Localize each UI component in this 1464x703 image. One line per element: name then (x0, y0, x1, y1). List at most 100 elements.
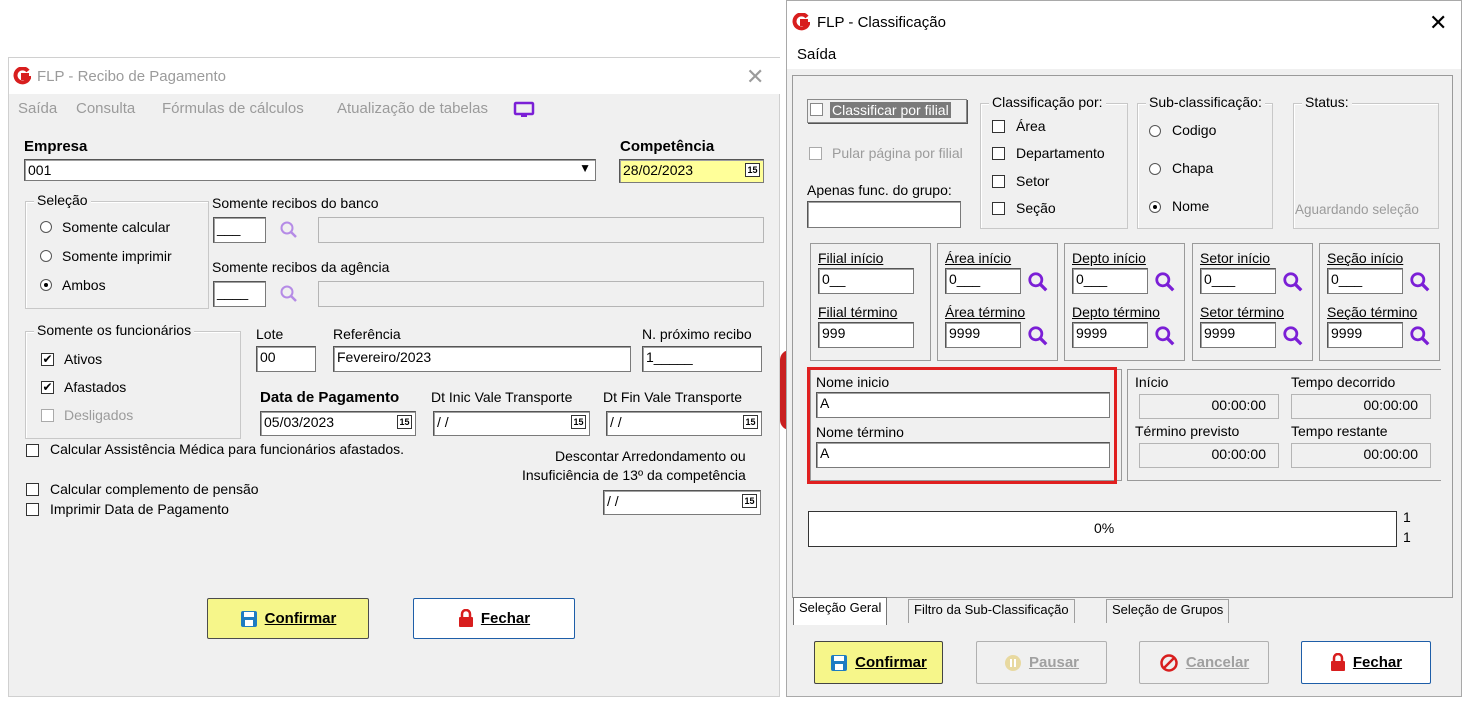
menu-consulta[interactable]: Consulta (76, 100, 135, 117)
depto-termino-input[interactable]: 9999 (1072, 322, 1148, 348)
area-termino-input[interactable]: 9999 (945, 322, 1021, 348)
radio-somente-imprimir[interactable] (40, 250, 52, 262)
checkbox-ativos[interactable]: ✔ (41, 353, 54, 366)
agencia-input[interactable]: ____ (213, 281, 266, 307)
search-icon[interactable] (1409, 325, 1431, 347)
calendar-icon[interactable]: 15 (397, 415, 412, 429)
radio-ambos[interactable] (40, 279, 52, 291)
search-icon[interactable] (279, 220, 299, 240)
area-inicio-value: 0___ (949, 271, 981, 287)
menu-atualizacao[interactable]: Atualização de tabelas (337, 100, 488, 117)
setor-termino-label: Setor término (1200, 304, 1285, 320)
lote-input[interactable]: 00 (256, 346, 316, 372)
area-termino-label: Área término (945, 304, 1026, 320)
cancelar-button[interactable]: Cancelar (1139, 641, 1269, 684)
empresa-select[interactable]: 001 ▼ (24, 159, 596, 181)
close-icon[interactable]: ✕ (746, 64, 764, 90)
checkbox-setor[interactable] (992, 175, 1005, 188)
progress-count-bottom: 1 (1403, 529, 1411, 545)
menu-saida[interactable]: Saída (797, 46, 836, 63)
tab-filtro-subclassificacao[interactable]: Filtro da Sub-Classificação (908, 599, 1075, 623)
filial-inicio-input[interactable]: 0__ (818, 268, 914, 294)
radio-codigo[interactable] (1149, 125, 1161, 137)
confirmar-button[interactable]: Confirmar (207, 598, 369, 639)
data-pagamento-label: Data de Pagamento (260, 389, 400, 406)
search-icon[interactable] (1282, 271, 1304, 293)
radio-chapa[interactable] (1149, 163, 1161, 175)
referencia-input[interactable]: Fevereiro/2023 (333, 346, 631, 372)
checkbox-afastados[interactable]: ✔ (41, 381, 54, 394)
search-icon[interactable] (1027, 271, 1049, 293)
checkbox-label-ativos: Ativos (64, 351, 103, 367)
monitor-icon[interactable] (513, 101, 535, 119)
checkbox-desligados[interactable] (41, 409, 54, 422)
classificar-filial-label: Classificar por filial (830, 102, 951, 118)
checkbox-label-desligados: Desligados (64, 407, 134, 423)
tempo-restante-field: 00:00:00 (1291, 443, 1431, 468)
close-icon[interactable]: ✕ (1429, 10, 1447, 36)
checkbox-classificar-filial[interactable] (810, 103, 823, 116)
search-icon[interactable] (1282, 325, 1304, 347)
setor-termino-input[interactable]: 9999 (1200, 322, 1276, 348)
secao-inicio-input[interactable]: 0___ (1327, 268, 1403, 294)
calendar-icon[interactable]: 15 (745, 163, 760, 177)
menu-saida[interactable]: Saída (18, 100, 57, 117)
checkbox-secao[interactable] (992, 202, 1005, 215)
depto-termino-label: Depto término (1072, 304, 1160, 320)
classificar-filial-toggle[interactable]: Classificar por filial (807, 99, 967, 123)
pular-pagina-label: Pular página por filial (832, 145, 963, 161)
area-inicio-label: Área início (945, 250, 1012, 266)
pause-icon (1004, 654, 1021, 671)
competencia-field[interactable]: 28/02/2023 15 (619, 159, 764, 183)
depto-inicio-input[interactable]: 0___ (1072, 268, 1148, 294)
apenas-grupo-input[interactable] (807, 201, 961, 228)
calendar-icon[interactable]: 15 (742, 494, 757, 508)
checkbox-area[interactable] (992, 120, 1005, 133)
fechar-button[interactable]: Fechar (413, 598, 575, 639)
checkbox-pular-pagina[interactable] (809, 147, 822, 160)
radio-somente-calcular[interactable] (40, 221, 52, 233)
checkbox-imprimir-data[interactable] (26, 503, 39, 516)
menu-formulas[interactable]: Fórmulas de cálculos (162, 100, 304, 117)
dt-inic-vt-input[interactable]: / / 15 (433, 411, 590, 436)
tempo-decorrido-label: Tempo decorrido (1291, 374, 1396, 390)
search-icon[interactable] (1154, 271, 1176, 293)
checkbox-departamento[interactable] (992, 147, 1005, 160)
flp-logo-icon (13, 67, 31, 85)
save-icon (240, 610, 257, 627)
search-icon[interactable] (1027, 325, 1049, 347)
empresa-value: 001 (28, 162, 52, 178)
descontar-label-1: Descontar Arredondamento ou (555, 448, 746, 464)
area-termino-value: 9999 (949, 325, 981, 341)
calendar-icon[interactable]: 15 (571, 415, 586, 429)
search-icon[interactable] (279, 284, 299, 304)
calendar-icon[interactable]: 15 (743, 415, 758, 429)
tempo-restante-value: 00:00:00 (1363, 446, 1419, 462)
banco-input[interactable]: ___ (213, 217, 266, 243)
search-icon[interactable] (1154, 325, 1176, 347)
data-pagamento-input[interactable]: 05/03/2023 15 (260, 411, 416, 436)
secao-termino-input[interactable]: 9999 (1327, 322, 1403, 348)
confirmar-label: Confirmar (264, 610, 337, 627)
checkbox-assistencia-medica[interactable] (26, 444, 39, 457)
checkbox-complemento-pensao[interactable] (26, 483, 39, 496)
descontar-label-2: Insuficiência de 13º da competência (522, 467, 746, 483)
radio-nome[interactable] (1149, 201, 1161, 213)
setor-inicio-input[interactable]: 0___ (1200, 268, 1276, 294)
pausar-button[interactable]: Pausar (976, 641, 1107, 684)
recibo-title: FLP - Recibo de Pagamento (37, 68, 227, 85)
area-inicio-input[interactable]: 0___ (945, 268, 1021, 294)
lock-icon (458, 609, 473, 627)
dt-fin-vt-input[interactable]: / / 15 (606, 411, 762, 436)
fechar-button[interactable]: Fechar (1301, 641, 1431, 684)
menu-bar: Saída (787, 41, 1461, 69)
tab-selecao-geral[interactable]: Seleção Geral (793, 597, 888, 625)
tab-selecao-grupos[interactable]: Seleção de Grupos (1106, 599, 1230, 623)
filial-termino-input[interactable]: 999 (818, 322, 914, 348)
chevron-down-icon[interactable]: ▼ (579, 161, 591, 175)
flp-logo-icon (792, 13, 810, 31)
descontar-date-input[interactable]: / / 15 (603, 490, 761, 515)
proximo-recibo-input[interactable]: 1_____ (642, 346, 762, 372)
confirmar-button[interactable]: Confirmar (814, 641, 943, 684)
search-icon[interactable] (1409, 271, 1431, 293)
